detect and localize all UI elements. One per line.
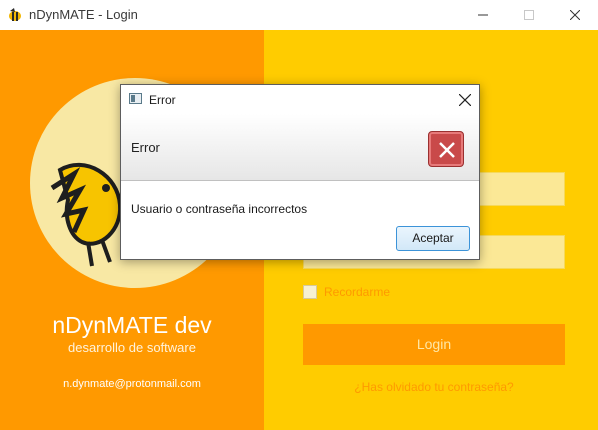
maximize-button[interactable] [506, 0, 552, 30]
dialog-window-icon [129, 93, 142, 104]
dialog-message: Usuario o contraseña incorrectos [131, 202, 308, 216]
brand-name: nDynMATE dev [52, 312, 212, 338]
brand-email: n.dynmate@protonmail.com [63, 378, 201, 390]
close-icon [459, 94, 471, 106]
bee-icon [7, 7, 23, 23]
minimize-button[interactable] [460, 0, 506, 30]
window-title: nDynMATE - Login [29, 7, 138, 22]
forgot-password-link[interactable]: ¿Has olvidado tu contraseña? [303, 380, 565, 394]
dialog-titlebar: Error [121, 85, 479, 114]
remember-label: Recordarme [324, 285, 391, 299]
close-icon [570, 10, 580, 20]
window-titlebar: nDynMATE - Login [0, 0, 598, 30]
minimize-icon [478, 14, 488, 16]
dialog-header: Error [121, 114, 479, 181]
brand-tagline: desarrollo de software [68, 340, 196, 355]
error-x-icon [428, 131, 464, 167]
maximize-icon [524, 10, 534, 20]
login-button[interactable]: Login [303, 324, 565, 365]
close-button[interactable] [552, 0, 598, 30]
dialog-header-text: Error [131, 140, 160, 155]
dialog-close-button[interactable] [453, 88, 477, 112]
remember-checkbox[interactable] [303, 285, 317, 299]
bird-logo-icon [50, 163, 123, 267]
dialog-title: Error [149, 93, 176, 107]
accept-button[interactable]: Aceptar [396, 226, 470, 251]
error-dialog: Error Error Usuario o contraseña incorre… [120, 84, 480, 260]
